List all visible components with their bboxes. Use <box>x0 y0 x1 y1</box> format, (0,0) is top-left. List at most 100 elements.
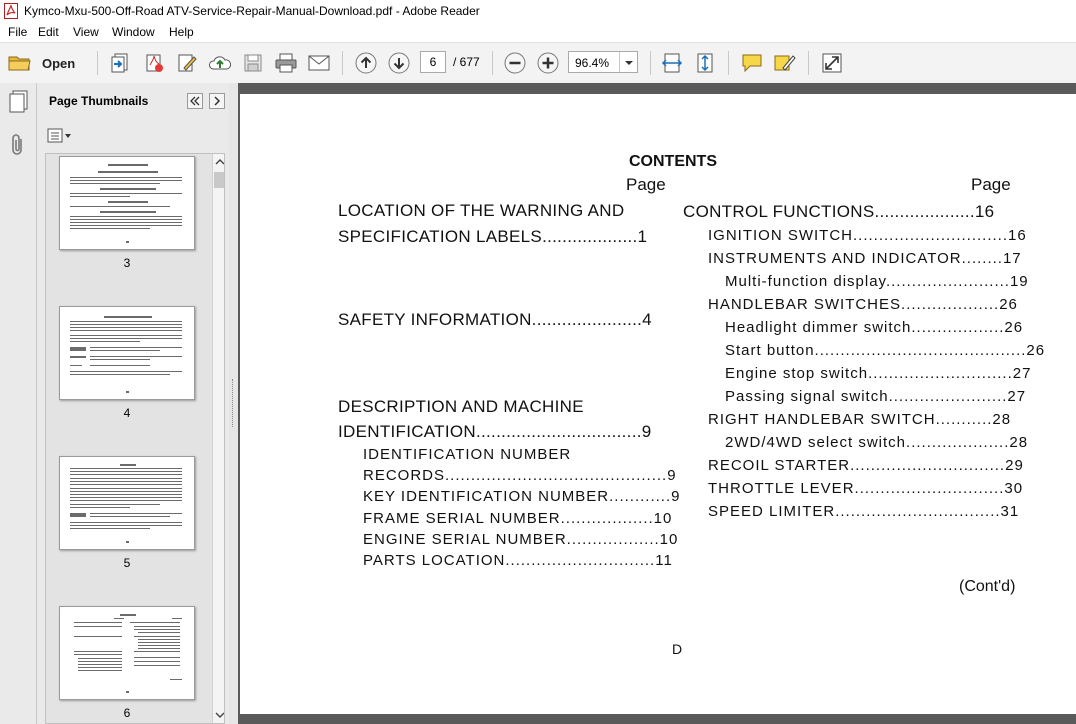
toc-entry: THROTTLE LEVER..........................… <box>708 480 1024 497</box>
toc-entry: Passing signal switch...................… <box>725 388 1027 405</box>
next-page-button[interactable] <box>386 50 412 76</box>
chevron-down-icon <box>625 61 633 65</box>
arrow-down-circle-icon <box>388 52 410 74</box>
thumbnail-label-6: 6 <box>123 706 131 720</box>
print-button[interactable] <box>273 50 299 76</box>
toolbar: Open 6 / 677 96.4% <box>0 42 1076 84</box>
zoom-in-button[interactable] <box>535 50 561 76</box>
thumbnail-page-4[interactable] <box>59 306 195 400</box>
expand-arrows-icon <box>822 53 842 73</box>
printer-icon <box>275 53 297 73</box>
thumbnails-panel: Page Thumbnails 3 4 5 6 <box>37 83 230 724</box>
highlight-button[interactable] <box>772 50 798 76</box>
scroll-down-icon[interactable] <box>215 711 225 719</box>
toc-entry: Start button............................… <box>725 342 1046 359</box>
toc-entry: 2WD/4WD select switch...................… <box>725 434 1029 451</box>
toc-entry: Multi-function display..................… <box>725 273 1029 290</box>
separator <box>619 52 620 72</box>
edit-pdf-icon <box>178 54 197 72</box>
upload-cloud-button[interactable] <box>207 50 233 76</box>
options-menu-icon <box>47 128 71 143</box>
navigation-strip <box>0 83 37 724</box>
adobe-pdf-icon <box>4 3 18 19</box>
export-pdf-icon <box>146 54 163 72</box>
export-pdf-button[interactable] <box>141 50 167 76</box>
thumbnail-page-3[interactable] <box>59 156 195 250</box>
toc-entry: KEY IDENTIFICATION NUMBER............9 <box>363 488 681 505</box>
zoom-value: 96.4% <box>575 56 610 70</box>
panel-title: Page Thumbnails <box>49 94 149 108</box>
pdf-page: CONTENTS Page Page LOCATION OF THE WARNI… <box>240 94 1076 714</box>
toc-entry: PARTS LOCATION..........................… <box>363 552 673 569</box>
toc-entry: DESCRIPTION AND MACHINE <box>338 397 584 416</box>
toc-entry: INSTRUMENTS AND INDICATOR........17 <box>708 250 1022 267</box>
toc-entry: IDENTIFICATION NUMBER <box>363 446 572 463</box>
thumbnail-options-button[interactable] <box>47 127 75 145</box>
toc-entry: RECORDS.................................… <box>363 467 677 484</box>
continued-note: (Cont'd) <box>959 578 1016 595</box>
menu-bar: File Edit View Window Help <box>0 22 1076 42</box>
chevron-right-icon <box>214 96 221 106</box>
toc-entry: IGNITION SWITCH.........................… <box>708 227 1027 244</box>
email-button[interactable] <box>306 50 332 76</box>
separator <box>492 51 493 75</box>
thumbnails-header: Page Thumbnails <box>37 83 229 119</box>
fit-page-button[interactable] <box>692 50 718 76</box>
toc-entry: SAFETY INFORMATION......................… <box>338 310 652 329</box>
page-number-input[interactable] <box>420 51 446 73</box>
thumbnail-label-3: 3 <box>123 256 131 270</box>
zoom-out-button[interactable] <box>502 50 528 76</box>
paperclip-icon[interactable] <box>9 133 27 157</box>
separator <box>342 51 343 75</box>
panel-splitter[interactable] <box>229 83 238 724</box>
thumbnail-label-5: 5 <box>123 556 131 570</box>
create-pdf-button[interactable] <box>107 50 133 76</box>
page-thumbnails-icon[interactable] <box>8 90 30 114</box>
page-column-label-left: Page <box>626 175 666 194</box>
speech-bubble-icon <box>742 54 762 73</box>
toc-entry: FRAME SERIAL NUMBER..................10 <box>363 510 673 527</box>
menu-edit[interactable]: Edit <box>38 25 59 39</box>
minus-circle-icon <box>504 52 526 74</box>
previous-page-button[interactable] <box>353 50 379 76</box>
toc-entry: IDENTIFICATION..........................… <box>338 422 652 441</box>
toc-entry: SPEED LIMITER...........................… <box>708 503 1020 520</box>
fit-width-button[interactable] <box>659 50 685 76</box>
scrollbar-thumb[interactable] <box>214 172 224 188</box>
thumbnail-page-6[interactable] <box>59 606 195 700</box>
toc-entry: LOCATION OF THE WARNING AND <box>338 201 625 220</box>
fit-page-icon <box>697 53 713 73</box>
thumbnails-scrollbar[interactable] <box>212 154 225 723</box>
expand-panel-button[interactable] <box>209 93 225 109</box>
window-title: Kymco-Mxu-500-Off-Road ATV-Service-Repai… <box>24 4 480 18</box>
double-chevron-left-icon <box>190 96 200 106</box>
toc-entry: ENGINE SERIAL NUMBER..................10 <box>363 531 679 548</box>
toc-entry: SPECIFICATION LABELS...................1 <box>338 227 648 246</box>
menu-window[interactable]: Window <box>112 25 155 39</box>
thumbnails-list: 3 4 5 6 <box>45 153 225 724</box>
separator <box>728 51 729 75</box>
separator <box>97 51 98 75</box>
title-bar: Kymco-Mxu-500-Off-Road ATV-Service-Repai… <box>0 0 1076 22</box>
menu-view[interactable]: View <box>73 25 99 39</box>
collapse-panel-button[interactable] <box>187 93 203 109</box>
toc-entry: RECOIL STARTER..........................… <box>708 457 1024 474</box>
splitter-grip <box>232 379 235 427</box>
expand-button[interactable] <box>819 50 845 76</box>
save-button[interactable] <box>240 50 266 76</box>
scroll-up-icon[interactable] <box>215 158 225 166</box>
cloud-upload-icon <box>209 56 232 70</box>
menu-file[interactable]: File <box>8 25 27 39</box>
zoom-select[interactable]: 96.4% <box>568 51 638 73</box>
open-button[interactable]: Open <box>8 51 80 75</box>
menu-help[interactable]: Help <box>169 25 194 39</box>
edit-pdf-button[interactable] <box>174 50 200 76</box>
save-icon <box>244 54 262 72</box>
toc-entry: CONTROL FUNCTIONS....................16 <box>683 202 995 221</box>
create-pdf-icon <box>111 53 128 73</box>
comment-button[interactable] <box>739 50 765 76</box>
folder-icon <box>8 56 31 71</box>
toc-entry: Headlight dimmer switch.................… <box>725 319 1024 336</box>
thumbnail-page-5[interactable] <box>59 456 195 550</box>
thumbnail-label-4: 4 <box>123 406 131 420</box>
